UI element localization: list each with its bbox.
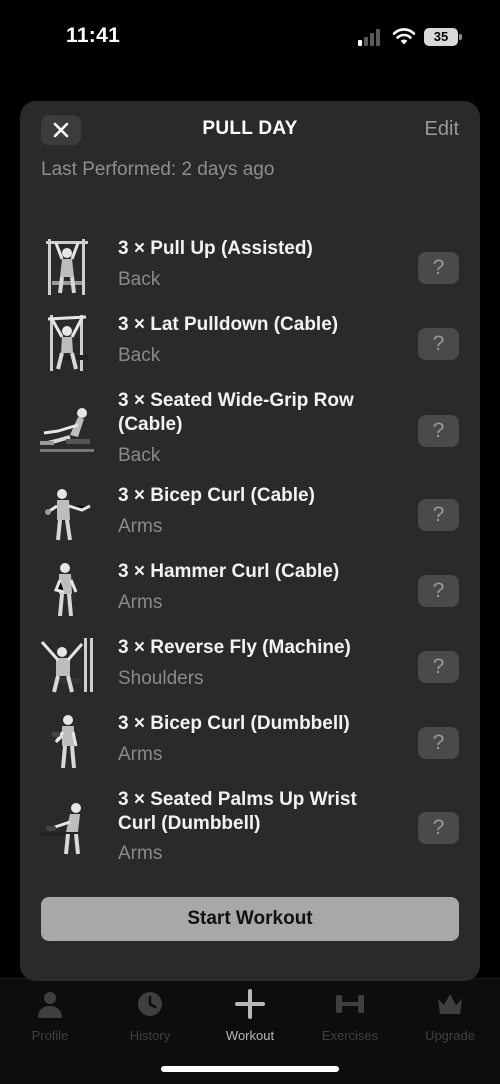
exercise-name: 3 × Seated Wide-Grip Row (Cable) bbox=[118, 390, 354, 435]
tab-exercises[interactable]: Exercises bbox=[300, 989, 400, 1045]
exercise-thumbnail bbox=[52, 715, 78, 769]
clock-icon bbox=[138, 992, 162, 1016]
tab-history[interactable]: History bbox=[100, 989, 200, 1045]
exercise-thumbnail bbox=[40, 408, 94, 452]
exercise-name: 3 × Bicep Curl (Cable) bbox=[118, 485, 315, 506]
person-icon bbox=[38, 992, 62, 1018]
exercise-muscle: Arms bbox=[118, 744, 163, 765]
exercise-help-button[interactable]: ? bbox=[418, 727, 459, 759]
status-time: 11:41 bbox=[66, 24, 121, 47]
exercise-help-button[interactable]: ? bbox=[418, 812, 459, 844]
workout-template-sheet: PULL DAY Edit Last Performed: 2 days ago… bbox=[20, 101, 480, 981]
exercise-muscle: Back bbox=[118, 445, 161, 466]
exercise-row[interactable]: 3 × Hammer Curl (Cable) Arms ? bbox=[20, 560, 480, 624]
exercise-muscle: Back bbox=[118, 345, 161, 366]
status-bar: 11:41 35 bbox=[0, 0, 500, 70]
exercise-muscle: Arms bbox=[118, 843, 163, 864]
home-indicator bbox=[161, 1066, 339, 1072]
tab-label: History bbox=[129, 1028, 171, 1043]
exercise-muscle: Shoulders bbox=[118, 668, 204, 689]
exercise-thumbnail bbox=[45, 489, 91, 541]
exercise-help-button[interactable]: ? bbox=[418, 415, 459, 447]
tab-workout[interactable]: Workout bbox=[200, 989, 300, 1045]
exercise-name: 3 × Seated Palms Up Wrist Curl (Dumbbell… bbox=[118, 789, 357, 834]
tab-label: Workout bbox=[225, 1028, 275, 1043]
exercise-help-button[interactable]: ? bbox=[418, 651, 459, 683]
exercise-name: 3 × Reverse Fly (Machine) bbox=[118, 637, 351, 658]
tab-upgrade[interactable]: Upgrade bbox=[400, 989, 500, 1045]
plus-icon bbox=[235, 989, 265, 1019]
battery-icon: 35 bbox=[424, 28, 462, 46]
tab-profile[interactable]: Profile bbox=[0, 989, 100, 1045]
exercise-row[interactable]: 3 × Pull Up (Assisted) Back ? bbox=[20, 237, 480, 301]
exercise-row[interactable]: 3 × Lat Pulldown (Cable) Back ? bbox=[20, 313, 480, 377]
exercise-thumbnail bbox=[40, 803, 81, 855]
exercise-thumbnail bbox=[40, 638, 93, 693]
exercise-help-button[interactable]: ? bbox=[418, 575, 459, 607]
exercise-help-button[interactable]: ? bbox=[418, 499, 459, 531]
exercise-thumbnail bbox=[53, 563, 78, 617]
exercise-help-button[interactable]: ? bbox=[418, 252, 459, 284]
exercise-row[interactable]: 3 × Reverse Fly (Machine) Shoulders ? bbox=[20, 636, 480, 700]
exercise-muscle: Arms bbox=[118, 592, 163, 613]
exercise-muscle: Back bbox=[118, 269, 161, 290]
exercise-name: 3 × Bicep Curl (Dumbbell) bbox=[118, 713, 350, 734]
exercise-row[interactable]: 3 × Seated Palms Up Wrist Curl (Dumbbell… bbox=[20, 788, 480, 876]
exercise-name: 3 × Hammer Curl (Cable) bbox=[118, 561, 340, 582]
tab-label: Exercises bbox=[321, 1028, 379, 1043]
wifi-icon bbox=[392, 28, 416, 45]
dumbbell-icon bbox=[336, 995, 364, 1013]
exercise-muscle: Arms bbox=[118, 516, 163, 537]
edit-button[interactable]: Edit bbox=[425, 118, 459, 141]
exercise-name: 3 × Pull Up (Assisted) bbox=[118, 238, 313, 259]
exercise-row[interactable]: 3 × Bicep Curl (Cable) Arms ? bbox=[20, 484, 480, 548]
exercise-name: 3 × Lat Pulldown (Cable) bbox=[118, 314, 339, 335]
last-performed-text: Last Performed: 2 days ago bbox=[41, 159, 275, 180]
start-workout-button[interactable]: Start Workout bbox=[41, 897, 459, 941]
exercise-thumbnail bbox=[46, 239, 88, 295]
exercise-row[interactable]: 3 × Seated Wide-Grip Row (Cable) Back ? bbox=[20, 389, 480, 477]
sheet-title: PULL DAY bbox=[202, 118, 298, 139]
tab-label: Profile bbox=[31, 1028, 69, 1043]
crown-icon bbox=[438, 994, 462, 1014]
tab-label: Upgrade bbox=[425, 1028, 475, 1043]
cellular-signal-icon bbox=[358, 28, 384, 46]
exercise-help-button[interactable]: ? bbox=[418, 328, 459, 360]
exercise-thumbnail bbox=[47, 315, 88, 371]
exercise-row[interactable]: 3 × Bicep Curl (Dumbbell) Arms ? bbox=[20, 712, 480, 776]
